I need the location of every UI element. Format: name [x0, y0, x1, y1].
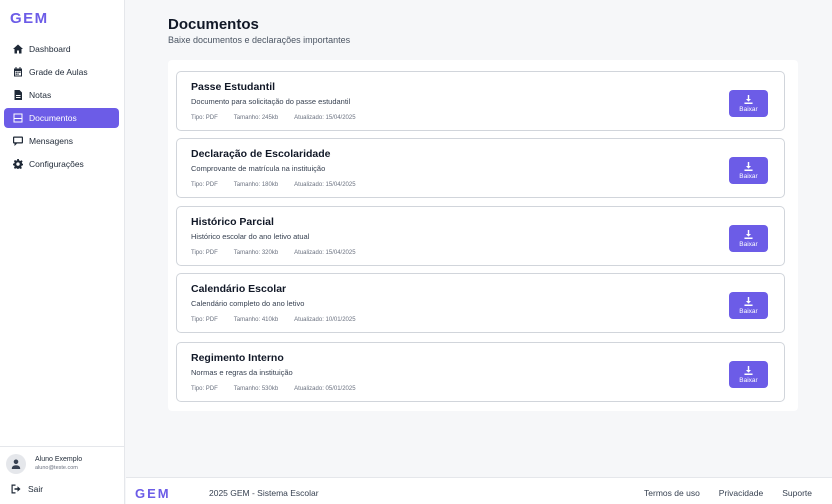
- document-card: Calendário Escolar Calendário completo d…: [176, 273, 785, 333]
- download-label: Baixar: [739, 307, 758, 315]
- download-label: Baixar: [739, 376, 758, 384]
- document-meta: Tipo: PDF Tamanho: 320kb Atualizado: 15/…: [191, 250, 372, 256]
- footer-links: Termos de uso Privacidade Suporte: [625, 488, 812, 498]
- download-icon: [744, 296, 753, 306]
- document-updated: Atualizado: 15/04/2025: [294, 115, 356, 121]
- logout-icon: [11, 484, 21, 494]
- download-button[interactable]: Baixar: [729, 157, 768, 184]
- sidebar-item-notas[interactable]: Notas: [4, 85, 119, 105]
- sidebar-nav: Dashboard Grade de Aulas Notas Documento…: [4, 39, 119, 177]
- document-description: Documento para solicitação do passe estu…: [191, 97, 351, 106]
- document-type: Tipo: PDF: [191, 250, 218, 256]
- sidebar-item-mensagens[interactable]: Mensagens: [4, 131, 119, 151]
- document-title: Regimento Interno: [191, 352, 284, 364]
- download-icon: [744, 161, 753, 171]
- document-title: Calendário Escolar: [191, 283, 287, 295]
- footer-link-termos[interactable]: Termos de uso: [644, 488, 700, 498]
- document-type: Tipo: PDF: [191, 182, 218, 188]
- avatar: [6, 453, 26, 474]
- download-button[interactable]: Baixar: [729, 225, 768, 252]
- document-meta: Tipo: PDF Tamanho: 410kb Atualizado: 10/…: [191, 317, 372, 323]
- document-updated: Atualizado: 05/01/2025: [294, 386, 356, 392]
- document-card: Regimento Interno Normas e regras da ins…: [176, 342, 785, 402]
- document-size: Tamanho: 410kb: [233, 317, 279, 323]
- sidebar-item-label: Grade de Aulas: [29, 67, 88, 77]
- user-name: Aluno Exemplo: [35, 456, 83, 463]
- document-description: Calendário completo do ano letivo: [191, 299, 305, 308]
- document-meta: Tipo: PDF Tamanho: 245kb Atualizado: 15/…: [191, 115, 372, 121]
- document-size: Tamanho: 320kb: [233, 250, 279, 256]
- document-size: Tamanho: 530kb: [233, 386, 279, 392]
- document-type: Tipo: PDF: [191, 386, 218, 392]
- sidebar-item-label: Mensagens: [29, 136, 73, 146]
- document-card: Histórico Parcial Histórico escolar do a…: [176, 206, 785, 266]
- footer-link-privacidade[interactable]: Privacidade: [719, 488, 763, 498]
- documents-panel: Passe Estudantil Documento para solicita…: [168, 60, 798, 411]
- sidebar-item-configuracoes[interactable]: Configurações: [4, 154, 119, 174]
- download-label: Baixar: [739, 105, 758, 113]
- message-icon: [12, 136, 23, 147]
- document-title: Histórico Parcial: [191, 216, 274, 228]
- footer: GEM 2025 GEM - Sistema Escolar Termos de…: [126, 477, 832, 504]
- sidebar-item-grade-de-aulas[interactable]: Grade de Aulas: [4, 62, 119, 82]
- document-updated: Atualizado: 15/04/2025: [294, 250, 356, 256]
- document-card: Declaração de Escolaridade Comprovante d…: [176, 138, 785, 198]
- download-button[interactable]: Baixar: [729, 361, 768, 388]
- document-meta: Tipo: PDF Tamanho: 180kb Atualizado: 15/…: [191, 182, 372, 188]
- sidebar-item-dashboard[interactable]: Dashboard: [4, 39, 119, 59]
- document-type: Tipo: PDF: [191, 317, 218, 323]
- logout-label: Sair: [28, 484, 44, 494]
- document-size: Tamanho: 245kb: [233, 115, 279, 121]
- footer-logo: GEM: [135, 486, 171, 501]
- footer-copyright: 2025 GEM - Sistema Escolar: [209, 488, 319, 498]
- document-title: Passe Estudantil: [191, 81, 276, 93]
- document-description: Normas e regras da instituição: [191, 368, 293, 377]
- sidebar-item-label: Notas: [29, 90, 52, 100]
- download-label: Baixar: [739, 240, 758, 248]
- brand-logo[interactable]: GEM: [10, 10, 49, 27]
- gear-icon: [12, 159, 23, 170]
- download-button[interactable]: Baixar: [729, 292, 768, 319]
- file-icon: [12, 90, 23, 101]
- document-description: Comprovante de matrícula na instituição: [191, 164, 326, 173]
- user-icon: [11, 459, 21, 469]
- page-subtitle: Baixe documentos e declarações important…: [168, 35, 351, 45]
- sidebar-item-label: Configurações: [29, 159, 84, 169]
- download-icon: [744, 229, 753, 239]
- user-email: aluno@teste.com: [35, 465, 78, 471]
- page-title: Documentos: [168, 16, 259, 33]
- document-card: Passe Estudantil Documento para solicita…: [176, 71, 785, 131]
- document-updated: Atualizado: 15/04/2025: [294, 182, 356, 188]
- main-content: Documentos Baixe documentos e declaraçõe…: [126, 0, 832, 477]
- document-title: Declaração de Escolaridade: [191, 148, 331, 160]
- logout-button[interactable]: Sair: [11, 484, 43, 494]
- calendar-icon: [12, 67, 23, 78]
- footer-link-suporte[interactable]: Suporte: [782, 488, 812, 498]
- document-icon: [12, 113, 23, 124]
- document-type: Tipo: PDF: [191, 115, 218, 121]
- document-updated: Atualizado: 10/01/2025: [294, 317, 356, 323]
- sidebar-item-label: Dashboard: [29, 44, 71, 54]
- document-meta: Tipo: PDF Tamanho: 530kb Atualizado: 05/…: [191, 386, 372, 392]
- user-profile[interactable]: Aluno Exemplo aluno@teste.com: [0, 446, 125, 480]
- sidebar-item-label: Documentos: [29, 113, 77, 123]
- download-icon: [744, 365, 753, 375]
- download-button[interactable]: Baixar: [729, 90, 768, 117]
- document-description: Histórico escolar do ano letivo atual: [191, 232, 310, 241]
- home-icon: [12, 44, 23, 55]
- sidebar: GEM Dashboard Grade de Aulas Notas Docum…: [0, 0, 125, 504]
- document-size: Tamanho: 180kb: [233, 182, 279, 188]
- download-label: Baixar: [739, 172, 758, 180]
- sidebar-item-documentos[interactable]: Documentos: [4, 108, 119, 128]
- download-icon: [744, 94, 753, 104]
